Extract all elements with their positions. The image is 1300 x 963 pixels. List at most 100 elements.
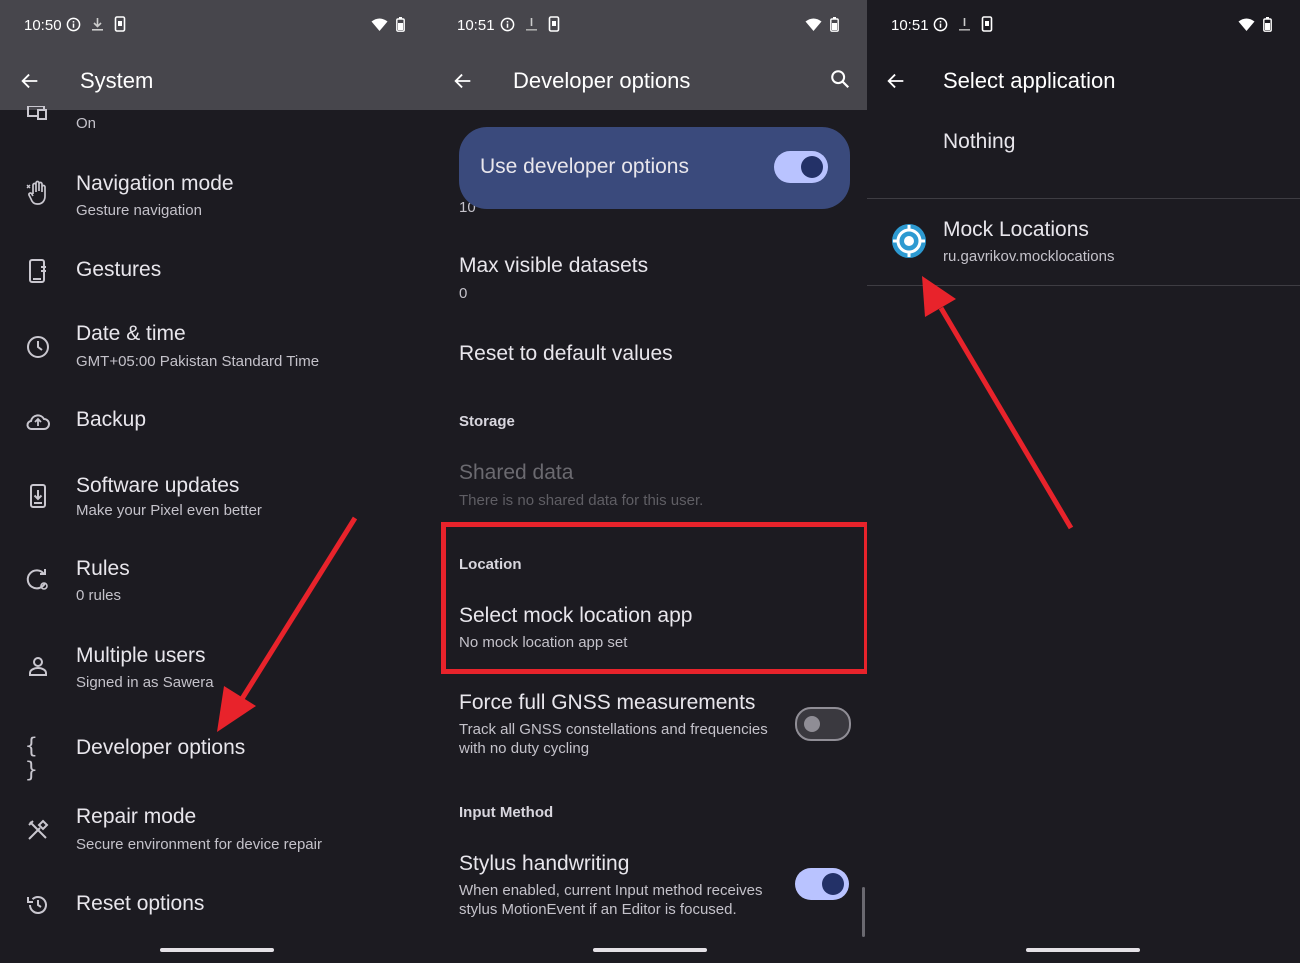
item-label: Multiple users	[76, 644, 206, 667]
developer-options-toggle[interactable]	[774, 151, 828, 183]
annotation-arrow	[217, 516, 358, 732]
item-label: Rules	[76, 557, 130, 580]
wifi-icon	[805, 18, 822, 31]
sidebar-item-navigation-mode[interactable]: Navigation mode Gesture navigation	[0, 160, 433, 230]
device-icon	[114, 16, 126, 32]
code-braces-icon: { }	[25, 734, 38, 782]
item-sub: 0 rules	[76, 587, 122, 604]
scrollbar[interactable]	[862, 887, 865, 937]
item-label: Backup	[76, 408, 147, 431]
gesture-hand-icon	[26, 180, 46, 205]
status-icons-left	[933, 16, 993, 32]
option-nothing[interactable]: Nothing	[867, 118, 1300, 198]
back-arrow-icon[interactable]	[885, 70, 907, 92]
select-application-panel: 10:51 Select application Nothing Mock Lo…	[867, 0, 1300, 963]
item-label: Reset options	[76, 892, 205, 915]
device-icon	[548, 16, 560, 32]
item-sub-line2: stylus MotionEvent if an Editor is focus…	[459, 901, 737, 918]
mock-locations-app-icon	[892, 224, 926, 258]
list-item-force-gnss[interactable]: Force full GNSS measurements Track all G…	[433, 683, 867, 767]
battery-icon	[1263, 17, 1272, 32]
device-icon	[981, 16, 993, 32]
gesture-nav-bar[interactable]	[593, 948, 707, 952]
gesture-nav-bar[interactable]	[160, 948, 274, 952]
item-sub-partial: On	[76, 115, 97, 132]
developer-options-panel: 10:51 Developer options 10 Use developer…	[433, 0, 867, 963]
list-item-select-mock-location-app[interactable]: Select mock location app No mock locatio…	[433, 596, 867, 660]
status-icons-left	[500, 16, 560, 32]
item-sub-line1: When enabled, current Input method recei…	[459, 882, 763, 899]
status-bar: 10:51	[867, 0, 1300, 52]
item-sub: GMT+05:00 Pakistan Standard Time	[76, 353, 320, 370]
page-title: System	[80, 68, 154, 93]
sidebar-item-gestures[interactable]: Gestures	[0, 250, 433, 294]
search-icon[interactable]	[829, 68, 851, 90]
sidebar-item-date-time[interactable]: Date & time GMT+05:00 Pakistan Standard …	[0, 312, 433, 382]
device-cast-icon	[27, 106, 47, 120]
status-time: 10:51	[891, 17, 929, 34]
item-sub: Gesture navigation	[76, 202, 202, 219]
item-label: Date & time	[76, 322, 186, 345]
section-header-location: Location	[459, 556, 522, 573]
item-label: Reset to default values	[459, 342, 673, 365]
sidebar-item-backup[interactable]: Backup	[0, 400, 433, 444]
gesture-nav-bar[interactable]	[1026, 948, 1140, 952]
list-item-reset-defaults[interactable]: Reset to default values	[433, 333, 867, 377]
app-bar: System	[0, 52, 433, 110]
item-label: Software updates	[76, 474, 240, 497]
item-sub-line1: Track all GNSS constellations and freque…	[459, 721, 768, 738]
item-label: Shared data	[459, 461, 574, 484]
info-icon	[933, 17, 948, 31]
status-icons-right	[805, 17, 839, 32]
item-sub: Signed in as Sawera	[76, 674, 214, 691]
item-label: Select mock location app	[459, 604, 693, 627]
status-icons-right	[1238, 17, 1272, 32]
system-update-icon	[30, 484, 46, 508]
status-bar: 10:51	[433, 0, 867, 52]
section-header-input-method: Input Method	[459, 804, 554, 821]
back-arrow-icon[interactable]	[452, 70, 474, 92]
item-sub: There is no shared data for this user.	[459, 492, 704, 509]
item-label: Stylus handwriting	[459, 852, 630, 875]
person-icon	[29, 657, 47, 676]
item-value: 0	[459, 285, 468, 302]
download-icon	[526, 17, 537, 31]
page-title: Select application	[943, 68, 1116, 93]
battery-icon	[830, 17, 839, 32]
back-arrow-icon[interactable]	[19, 70, 41, 92]
list-item-stylus-handwriting[interactable]: Stylus handwriting When enabled, current…	[433, 844, 867, 928]
status-time: 10:50	[24, 17, 62, 34]
item-label: Max visible datasets	[459, 254, 649, 277]
list-item-max-visible-datasets[interactable]: Max visible datasets 0	[433, 246, 867, 310]
list-item-shared-data: Shared data There is no shared data for …	[433, 453, 867, 513]
info-icon	[66, 17, 81, 31]
stylus-toggle[interactable]	[795, 868, 849, 900]
gnss-toggle[interactable]	[795, 707, 851, 741]
status-icons-right	[371, 17, 405, 32]
download-icon	[959, 17, 970, 31]
system-settings-panel: 10:50 System On Navigation mode Gesture …	[0, 0, 433, 963]
item-sub-line2: with no duty cycling	[459, 740, 590, 757]
sidebar-item-repair-mode[interactable]: Repair mode Secure environment for devic…	[0, 796, 433, 866]
item-label: Repair mode	[76, 805, 197, 828]
wifi-icon	[1238, 18, 1255, 31]
clock-icon	[27, 336, 49, 358]
item-label: Force full GNSS measurements	[459, 691, 756, 714]
annotation-arrow	[922, 276, 1074, 530]
status-bar: 10:50	[0, 0, 433, 52]
use-developer-options-card[interactable]: Use developer options	[459, 127, 850, 209]
item-sub: Secure environment for device repair	[76, 836, 322, 853]
item-sub: No mock location app set	[459, 634, 628, 651]
wifi-icon	[371, 18, 388, 31]
app-bar: Select application	[867, 52, 1300, 110]
page-title: Developer options	[513, 68, 691, 93]
toggle-card-label: Use developer options	[480, 155, 689, 178]
rules-sync-icon	[26, 569, 48, 590]
item-label: Navigation mode	[76, 172, 234, 195]
section-header-storage: Storage	[459, 413, 515, 430]
sidebar-item-reset-options[interactable]: Reset options	[0, 882, 433, 926]
status-time: 10:51	[457, 17, 495, 34]
option-label: Nothing	[943, 130, 1016, 153]
list-item-partial[interactable]: On	[0, 106, 433, 140]
tools-icon	[28, 819, 49, 840]
